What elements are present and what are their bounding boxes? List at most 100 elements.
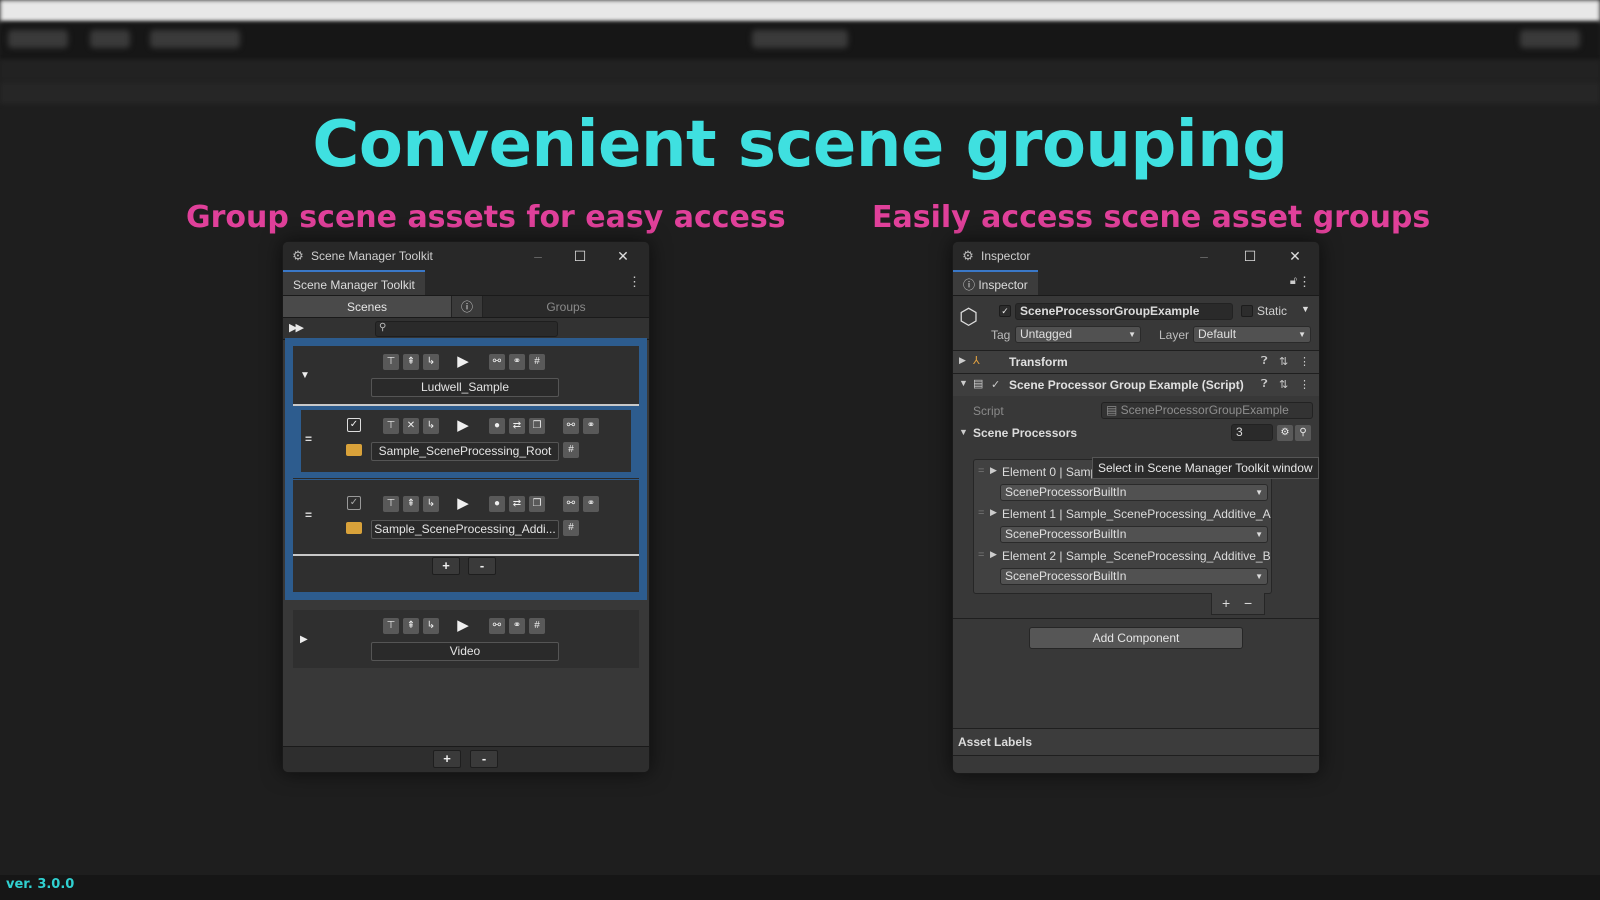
drag-handle-icon[interactable]: = bbox=[305, 508, 312, 522]
scene-group-selected[interactable]: ▼ ⊤ ⇞ ↳ ▶ ⚯ ⚭ # Ludwell_Sample = ✓ ⊤ ✕ ↳… bbox=[285, 338, 647, 600]
link-icon[interactable]: ⚭ bbox=[583, 496, 599, 512]
close-button[interactable]: ✕ bbox=[1284, 246, 1306, 266]
active-checkbox[interactable]: ✓ bbox=[999, 305, 1011, 317]
group-name-field[interactable]: Video bbox=[371, 642, 559, 661]
location-icon[interactable]: ● bbox=[489, 496, 505, 512]
link-icon[interactable]: ⚭ bbox=[583, 418, 599, 434]
tag-icon[interactable]: # bbox=[529, 618, 545, 634]
play-icon[interactable]: ▶ bbox=[455, 354, 471, 370]
add-group-button[interactable]: + bbox=[433, 750, 461, 768]
play-icon[interactable]: ▶ bbox=[455, 496, 471, 512]
object-name-field[interactable]: SceneProcessorGroupExample bbox=[1015, 303, 1233, 320]
play-icon[interactable]: ▶ bbox=[455, 618, 471, 634]
maximize-button[interactable]: ☐ bbox=[1239, 246, 1261, 266]
drag-handle-icon[interactable]: = bbox=[305, 432, 312, 446]
load-icon[interactable]: ⊤ bbox=[383, 618, 399, 634]
add-scene-button[interactable]: + bbox=[432, 557, 460, 575]
scene-row[interactable]: = ✓ ⊤ ⇞ ↳ ▶ ● ⇄ ❐ ⚯ ⚭ Sample_SceneProces… bbox=[293, 480, 639, 554]
expand-arrow-icon[interactable]: ▶ bbox=[990, 549, 997, 560]
expand-arrow-icon[interactable]: ▶ bbox=[990, 507, 997, 518]
expand-arrow-icon[interactable]: ▼ bbox=[300, 370, 310, 381]
unload-icon[interactable]: ✕ bbox=[403, 418, 419, 434]
open-icon[interactable]: ↳ bbox=[423, 418, 439, 434]
processor-dropdown[interactable]: SceneProcessorBuiltIn ▼ bbox=[1000, 484, 1268, 501]
processors-count-field[interactable]: 3 bbox=[1231, 424, 1273, 441]
kebab-menu-icon[interactable]: ⋮ bbox=[628, 274, 641, 290]
play-icon[interactable]: ▶ bbox=[455, 418, 471, 434]
scene-row[interactable]: = ✓ ⊤ ✕ ↳ ▶ ● ⇄ ❐ ⚯ ⚭ Sample_SceneProces… bbox=[301, 410, 631, 472]
load-icon[interactable]: ⊤ bbox=[383, 418, 399, 434]
search-input[interactable]: ⚲ bbox=[375, 321, 558, 337]
move-icon[interactable]: ⇄ bbox=[509, 496, 525, 512]
transform-component-header[interactable]: ▶ ⅄ Transform ❓︎ ⇅ ⋮ bbox=[953, 351, 1319, 373]
tab-inspector[interactable]: ⓘ Inspector bbox=[953, 270, 1038, 295]
collapse-arrow-icon[interactable]: ▶ bbox=[300, 634, 308, 645]
copy-icon[interactable]: ❐ bbox=[529, 496, 545, 512]
scene-checkbox[interactable]: ✓ bbox=[347, 496, 361, 510]
info-icon[interactable]: ⓘ bbox=[451, 296, 483, 317]
search-icon[interactable]: ⚲ bbox=[1295, 425, 1311, 441]
unlink-icon[interactable]: ⚯ bbox=[563, 496, 579, 512]
asset-labels-header[interactable]: Asset Labels bbox=[953, 728, 1319, 756]
unlink-icon[interactable]: ⚯ bbox=[563, 418, 579, 434]
minimize-button[interactable]: – bbox=[1193, 246, 1215, 266]
lock-icon[interactable]: 🔓︎ bbox=[1290, 275, 1297, 288]
drag-handle-icon[interactable]: = bbox=[978, 549, 984, 561]
kebab-menu-icon[interactable]: ⋮ bbox=[1299, 378, 1310, 391]
link-icon[interactable]: ⚭ bbox=[509, 618, 525, 634]
settings-sliders-icon[interactable]: ⇅ bbox=[1279, 355, 1288, 368]
settings-sliders-icon[interactable]: ⇅ bbox=[1279, 378, 1288, 391]
open-icon[interactable]: ↳ bbox=[423, 354, 439, 370]
static-checkbox[interactable] bbox=[1241, 305, 1253, 317]
load-additive-icon[interactable]: ⇞ bbox=[403, 618, 419, 634]
gear-icon[interactable]: ⚙ bbox=[1277, 425, 1293, 441]
component-enabled-checkbox[interactable]: ✓ bbox=[991, 378, 1000, 391]
open-icon[interactable]: ↳ bbox=[423, 496, 439, 512]
add-component-button[interactable]: Add Component bbox=[1029, 627, 1243, 649]
help-icon[interactable]: ❓︎ bbox=[1261, 378, 1268, 391]
minimize-button[interactable]: – bbox=[527, 246, 549, 266]
fast-forward-icon[interactable]: ▶▶ bbox=[289, 321, 304, 334]
load-additive-icon[interactable]: ⇞ bbox=[403, 496, 419, 512]
script-component-header[interactable]: ▼ ▤ ✓ Scene Processor Group Example (Scr… bbox=[953, 374, 1319, 396]
kebab-menu-icon[interactable]: ⋮ bbox=[1298, 274, 1311, 290]
copy-icon[interactable]: ❐ bbox=[529, 418, 545, 434]
tag-icon[interactable]: # bbox=[563, 520, 579, 536]
scene-name-field[interactable]: Sample_SceneProcessing_Addi... bbox=[371, 520, 559, 539]
drag-handle-icon[interactable]: = bbox=[978, 465, 984, 477]
scene-checkbox[interactable]: ✓ bbox=[347, 418, 361, 432]
group-name-field[interactable]: Ludwell_Sample bbox=[371, 378, 559, 397]
remove-element-button[interactable]: − bbox=[1244, 595, 1252, 611]
unlink-icon[interactable]: ⚯ bbox=[489, 618, 505, 634]
unload-icon[interactable]: ⊤ bbox=[383, 496, 399, 512]
tag-icon[interactable]: # bbox=[563, 442, 579, 458]
scene-group[interactable]: ▶ ⊤ ⇞ ↳ ▶ ⚯ ⚭ # Video bbox=[293, 610, 639, 668]
layer-dropdown[interactable]: Default ▼ bbox=[1193, 326, 1311, 343]
kebab-menu-icon[interactable]: ⋮ bbox=[1299, 355, 1310, 368]
location-icon[interactable]: ● bbox=[489, 418, 505, 434]
collapse-arrow-icon[interactable]: ▼ bbox=[959, 427, 968, 437]
expand-arrow-icon[interactable]: ▶ bbox=[959, 355, 966, 366]
maximize-button[interactable]: ☐ bbox=[569, 246, 591, 266]
help-icon[interactable]: ❓︎ bbox=[1261, 355, 1268, 368]
remove-group-button[interactable]: - bbox=[470, 750, 498, 768]
link-icon[interactable]: ⚭ bbox=[509, 354, 525, 370]
processor-dropdown[interactable]: SceneProcessorBuiltIn ▼ bbox=[1000, 526, 1268, 543]
scene-name-field[interactable]: Sample_SceneProcessing_Root bbox=[371, 442, 559, 461]
collapse-arrow-icon[interactable]: ▼ bbox=[959, 378, 968, 388]
open-icon[interactable]: ↳ bbox=[423, 618, 439, 634]
folder-icon[interactable] bbox=[346, 522, 362, 534]
close-button[interactable]: ✕ bbox=[612, 246, 634, 266]
move-icon[interactable]: ⇄ bbox=[509, 418, 525, 434]
chevron-down-icon[interactable]: ▼ bbox=[1301, 304, 1310, 314]
remove-scene-button[interactable]: - bbox=[468, 557, 496, 575]
unlink-icon[interactable]: ⚯ bbox=[489, 354, 505, 370]
processor-dropdown[interactable]: SceneProcessorBuiltIn ▼ bbox=[1000, 568, 1268, 585]
folder-icon[interactable] bbox=[346, 444, 362, 456]
load-icon[interactable]: ⊤ bbox=[383, 354, 399, 370]
drag-handle-icon[interactable]: = bbox=[978, 507, 984, 519]
tag-icon[interactable]: # bbox=[529, 354, 545, 370]
expand-arrow-icon[interactable]: ▶ bbox=[990, 465, 997, 476]
tab-scenes[interactable]: Scenes bbox=[283, 296, 451, 317]
tag-dropdown[interactable]: Untagged ▼ bbox=[1015, 326, 1141, 343]
